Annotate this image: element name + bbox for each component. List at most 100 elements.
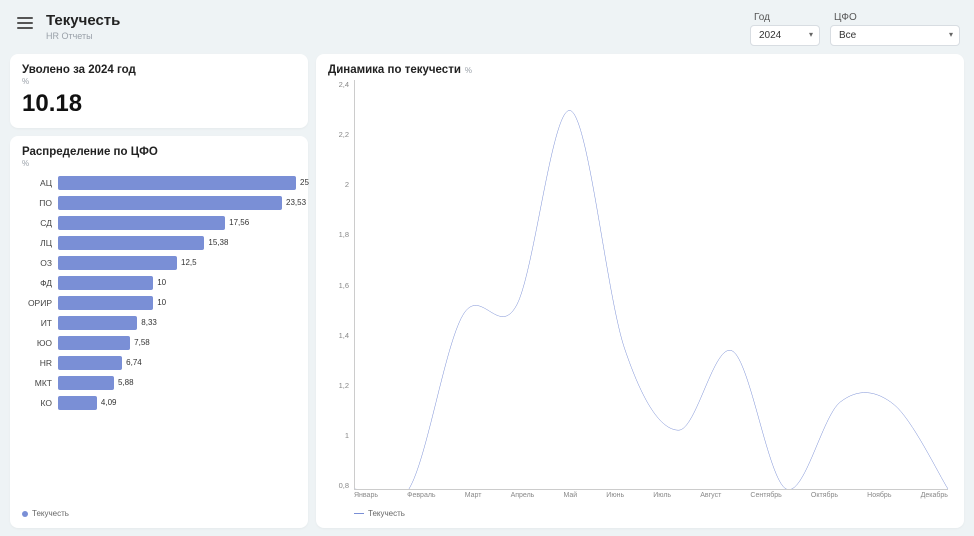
filter-year-label: Год [750,12,820,23]
distribution-card: Распределение по ЦФО % АЦ25ПО23,53СД17,5… [10,136,308,528]
y-tick: 1,6 [328,281,349,290]
distribution-row: ОЗ12,5 [22,256,296,270]
x-tick: Декабрь [921,492,948,506]
distribution-track: 25 [58,176,296,190]
dynamics-line [355,110,948,489]
distribution-value: 10 [153,276,166,290]
distribution-row: ПО23,53 [22,196,296,210]
distribution-legend: Текучесть [22,509,296,518]
x-tick: Июль [653,492,671,506]
x-tick: Март [465,492,482,506]
x-tick: Июнь [606,492,624,506]
dynamics-title: Динамика по текучести [328,64,461,76]
distribution-bar [58,236,204,250]
legend-dot-icon [22,511,28,517]
distribution-bar [58,256,177,270]
distribution-track: 5,88 [58,376,296,390]
distribution-bar [58,316,137,330]
kpi-card: Уволено за 2024 год % 10.18 [10,54,308,128]
distribution-row: СД 17,56 [22,216,296,230]
x-tick: Ноябрь [867,492,891,506]
x-tick: Октябрь [811,492,838,506]
distribution-track: 17,56 [58,216,296,230]
page-title: Текучесть [46,12,120,29]
y-tick: 1 [328,431,349,440]
distribution-bars: АЦ25 ПО23,53 СД 17,56 ЛЦ 15,38 ОЗ12,5 ФД 10 ОРИР 1… [22,176,296,503]
distribution-category: МКТ [22,378,52,388]
title-block: Текучесть HR Отчеты [46,12,120,41]
y-tick: 1,2 [328,381,349,390]
distribution-category: ИТ [22,318,52,328]
filter-year-select[interactable]: 2024 [750,25,820,46]
distribution-bar [58,276,153,290]
distribution-value: 10 [153,296,166,310]
distribution-track: 23,53 [58,196,296,210]
distribution-bar [58,356,122,370]
distribution-bar [58,396,97,410]
dynamics-card: Динамика по текучести % 0,8 1 1,2 1,4 1,6 1,8… [316,54,964,528]
dynamics-unit: % [465,66,472,75]
distribution-category: ЮО [22,338,52,348]
filter-cfo-value: Все [839,30,856,41]
kpi-value: 10.18 [22,90,296,118]
y-tick: 1,8 [328,230,349,239]
distribution-value: 12,5 [177,256,197,270]
distribution-category: HR [22,358,52,368]
distribution-bar [58,336,130,350]
distribution-value: 6,74 [122,356,142,370]
x-tick: Апрель [511,492,535,506]
kpi-title: Уволено за 2024 год [22,64,296,76]
distribution-value: 4,09 [97,396,117,410]
distribution-row: МКТ 5,88 [22,376,296,390]
distribution-track: 12,5 [58,256,296,270]
distribution-bar [58,296,153,310]
distribution-row: АЦ25 [22,176,296,190]
x-tick: Февраль [407,492,435,506]
distribution-value: 7,58 [130,336,150,350]
distribution-value: 5,88 [114,376,134,390]
distribution-row: ЮО 7,58 [22,336,296,350]
distribution-value: 25 [296,176,309,190]
distribution-row: ФД 10 [22,276,296,290]
x-tick: Сентябрь [750,492,781,506]
distribution-category: ЛЦ [22,238,52,248]
distribution-value: 15,38 [204,236,228,250]
distribution-legend-label: Текучесть [32,509,69,518]
y-tick: 2 [328,180,349,189]
distribution-title: Распределение по ЦФО [22,146,296,158]
y-tick: 2,2 [328,130,349,139]
x-tick: Август [700,492,721,506]
x-tick: Май [563,492,577,506]
distribution-bar [58,196,282,210]
distribution-track: 15,38 [58,236,296,250]
distribution-bar [58,176,296,190]
dynamics-x-axis: ЯнварьФевральМартАпрельМайИюньИюльАвгуст… [354,492,948,506]
distribution-track: 4,09 [58,396,296,410]
filters: Год 2024 ЦФО Все [750,12,960,46]
dynamics-y-axis: 0,811,21,41,61,822,22,4 [328,80,352,490]
filter-cfo-label: ЦФО [830,12,960,23]
distribution-track: 6,74 [58,356,296,370]
dynamics-chart: 0,811,21,41,61,822,22,4 ЯнварьФевральМар… [328,80,952,518]
legend-line-icon [354,513,364,514]
kpi-unit: % [22,77,296,86]
distribution-row: HR 6,74 [22,356,296,370]
distribution-bar [58,216,225,230]
distribution-category: КО [22,398,52,408]
dynamics-legend: Текучесть [354,509,405,518]
distribution-row: ИТ8,33 [22,316,296,330]
filter-year-value: 2024 [759,30,781,41]
dynamics-legend-label: Текучесть [368,509,405,518]
filter-cfo-select[interactable]: Все [830,25,960,46]
distribution-category: ОРИР [22,298,52,308]
header: Текучесть HR Отчеты Год 2024 ЦФО Все [10,8,964,46]
y-tick: 1,4 [328,331,349,340]
distribution-category: СД [22,218,52,228]
distribution-row: ЛЦ 15,38 [22,236,296,250]
distribution-category: ФД [22,278,52,288]
distribution-bar [58,376,114,390]
page-subtitle: HR Отчеты [46,31,120,41]
distribution-value: 17,56 [225,216,249,230]
menu-icon[interactable] [14,12,36,34]
y-tick: 0,8 [328,481,349,490]
